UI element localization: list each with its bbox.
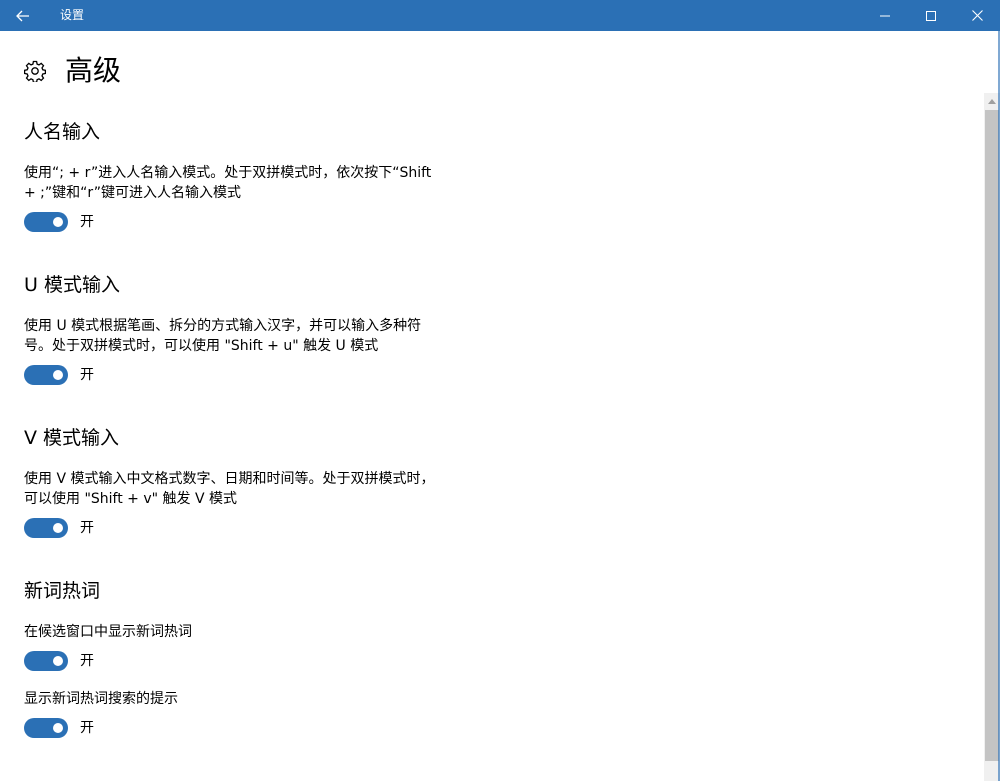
toggle-state-label: 开: [80, 214, 94, 230]
title-bar: 设置: [0, 0, 1000, 31]
section-title: U 模式输入: [24, 274, 120, 296]
description-line: + ;”键和“r”键可进入人名输入模式: [24, 185, 241, 201]
section-title: V 模式输入: [24, 427, 120, 449]
toggle-knob: [53, 656, 63, 666]
toggle-knob: [53, 723, 63, 733]
description-line: 可以使用 "Shift + v" 触发 V 模式: [24, 491, 237, 507]
section-u-mode: U 模式输入 使用 U 模式根据笔画、拆分的方式输入汉字，并可以输入多种符 号。…: [24, 272, 464, 385]
description-line: 号。处于双拼模式时，可以使用 "Shift + u" 触发 U 模式: [24, 338, 379, 354]
close-icon: [971, 10, 983, 21]
section-name-input: 人名输入 使用“; + r”进入人名输入模式。处于双拼模式时，依次按下“Shif…: [24, 119, 464, 232]
name-input-toggle[interactable]: [24, 212, 68, 232]
show-new-words-toggle[interactable]: [24, 651, 68, 671]
description-line: 使用“; + r”进入人名输入模式。处于双拼模式时，依次按下“Shift: [24, 165, 432, 181]
v-mode-toggle[interactable]: [24, 518, 68, 538]
section-description: 使用“; + r”进入人名输入模式。处于双拼模式时，依次按下“Shift + ;…: [24, 163, 464, 203]
option-label: 在候选窗口中显示新词热词: [24, 624, 192, 640]
maximize-button[interactable]: [908, 0, 954, 31]
toggle-row: 开: [24, 651, 464, 671]
section-v-mode: V 模式输入 使用 V 模式输入中文格式数字、日期和时间等。处于双拼模式时， 可…: [24, 425, 464, 538]
toggle-knob: [53, 523, 63, 533]
close-button[interactable]: [954, 0, 1000, 31]
section-new-words: 新词热词 在候选窗口中显示新词热词 开 显示新词热词搜索的提示 开: [24, 578, 464, 738]
window-title: 设置: [60, 8, 85, 22]
minimize-button[interactable]: [862, 0, 908, 31]
page-title: 高级: [65, 54, 122, 87]
toggle-row: 开: [24, 518, 464, 538]
back-button[interactable]: [0, 0, 46, 31]
toggle-knob: [53, 370, 63, 380]
toggle-row: 开: [24, 718, 464, 738]
section-description: 使用 U 模式根据笔画、拆分的方式输入汉字，并可以输入多种符 号。处于双拼模式时…: [24, 316, 464, 356]
new-words-search-hint-toggle[interactable]: [24, 718, 68, 738]
toggle-row: 开: [24, 365, 464, 385]
minimize-icon: [880, 15, 890, 16]
section-title: 人名输入: [24, 121, 101, 143]
section-description: 使用 V 模式输入中文格式数字、日期和时间等。处于双拼模式时， 可以使用 "Sh…: [24, 469, 464, 509]
section-title: 新词热词: [24, 580, 101, 602]
option-label: 显示新词热词搜索的提示: [24, 691, 178, 707]
back-arrow-icon: [16, 10, 29, 21]
toggle-state-label: 开: [80, 367, 94, 383]
gear-icon: [24, 60, 46, 82]
toggle-knob: [53, 217, 63, 227]
maximize-icon: [926, 10, 936, 21]
chevron-up-icon: [988, 98, 996, 104]
toggle-state-label: 开: [80, 520, 94, 536]
description-line: 使用 V 模式输入中文格式数字、日期和时间等。处于双拼模式时，: [24, 471, 435, 487]
u-mode-toggle[interactable]: [24, 365, 68, 385]
scrollbar-thumb[interactable]: [985, 110, 999, 761]
toggle-state-label: 开: [80, 720, 94, 736]
toggle-row: 开: [24, 212, 464, 232]
toggle-state-label: 开: [80, 653, 94, 669]
description-line: 使用 U 模式根据笔画、拆分的方式输入汉字，并可以输入多种符: [24, 318, 422, 334]
